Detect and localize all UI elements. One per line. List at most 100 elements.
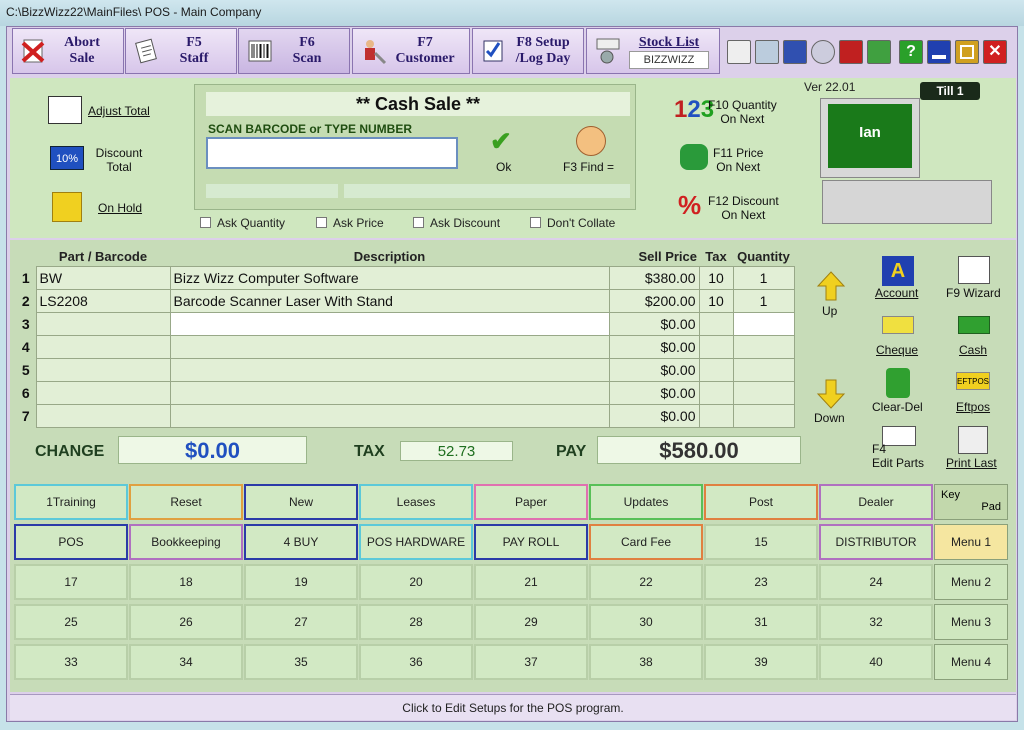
ask-discount-checkbox[interactable]: Ask Discount — [413, 216, 500, 230]
cell-desc[interactable] — [169, 357, 610, 382]
cell-qty[interactable] — [732, 334, 795, 359]
barcode-input[interactable] — [206, 137, 458, 169]
close-icon[interactable]: ✕ — [983, 40, 1007, 64]
shortcut-button[interactable]: PAY ROLL — [474, 524, 588, 560]
menu-2-button[interactable]: Menu 2 — [934, 564, 1008, 600]
shortcut-button[interactable]: 27 — [244, 604, 358, 640]
cell-tax[interactable]: 10 — [698, 288, 734, 313]
menu-3-button[interactable]: Menu 3 — [934, 604, 1008, 640]
shortcut-button[interactable]: Reset — [129, 484, 243, 520]
shortcut-button[interactable]: 26 — [129, 604, 243, 640]
people-icon[interactable] — [755, 40, 779, 64]
table-row[interactable]: 2 LS2208 Barcode Scanner Laser With Stand $… — [16, 288, 795, 313]
cell-price[interactable]: $380.00 — [608, 265, 700, 290]
keypad-button[interactable]: Key Pad — [934, 484, 1008, 520]
ask-price-checkbox[interactable]: Ask Price — [316, 216, 384, 230]
card-icon[interactable] — [727, 40, 751, 64]
down-arrow-icon[interactable] — [816, 378, 846, 410]
up-button[interactable]: Up — [822, 304, 837, 318]
cell-qty[interactable] — [732, 311, 795, 336]
shortcut-button[interactable]: 40 — [819, 644, 933, 680]
shortcut-button[interactable]: 19 — [244, 564, 358, 600]
shortcut-button[interactable]: 38 — [589, 644, 703, 680]
shortcut-button[interactable]: DISTRIBUTOR — [819, 524, 933, 560]
print-last-button[interactable]: Print Last — [946, 456, 997, 470]
cell-tax[interactable]: 10 — [698, 265, 734, 290]
shortcut-button[interactable]: POS HARDWARE — [359, 524, 473, 560]
shortcut-button[interactable]: 4 BUY — [244, 524, 358, 560]
menu-4-button[interactable]: Menu 4 — [934, 644, 1008, 680]
table-row[interactable]: 7 $0.00 — [16, 403, 795, 428]
table-row[interactable]: 6 $0.00 — [16, 380, 795, 405]
down-button[interactable]: Down — [814, 411, 845, 425]
ok-button[interactable]: Ok — [496, 160, 511, 174]
shortcut-button[interactable]: 30 — [589, 604, 703, 640]
shortcut-button[interactable]: 15 — [704, 524, 818, 560]
cell-price[interactable]: $0.00 — [608, 334, 700, 359]
cell-qty[interactable] — [732, 403, 795, 428]
shortcut-button[interactable]: 32 — [819, 604, 933, 640]
shortcut-button[interactable]: 37 — [474, 644, 588, 680]
table-row[interactable]: 4 $0.00 — [16, 334, 795, 359]
calculator-icon[interactable] — [783, 40, 807, 64]
shortcut-button[interactable]: 28 — [359, 604, 473, 640]
shortcut-button[interactable]: 22 — [589, 564, 703, 600]
shortcut-button[interactable]: POS — [14, 524, 128, 560]
gear-icon[interactable] — [811, 40, 835, 64]
shortcut-button[interactable]: 25 — [14, 604, 128, 640]
find-button[interactable]: F3 Find = — [563, 160, 614, 174]
cell-desc[interactable] — [169, 380, 610, 405]
cell-part[interactable] — [35, 334, 171, 359]
stock-list-button[interactable]: Stock List BIZZWIZZ — [586, 28, 720, 74]
cell-qty[interactable]: 1 — [732, 288, 795, 313]
cell-desc[interactable] — [169, 403, 610, 428]
shortcut-button[interactable]: New — [244, 484, 358, 520]
adjust-total-button[interactable]: Adjust Total — [88, 104, 150, 118]
cell-qty[interactable] — [732, 357, 795, 382]
abort-sale-button[interactable]: Abort Sale — [12, 28, 124, 74]
account-button[interactable]: Account — [875, 286, 918, 300]
shortcut-button[interactable]: 35 — [244, 644, 358, 680]
cell-tax[interactable] — [698, 334, 734, 359]
calendar-icon[interactable] — [867, 40, 891, 64]
table-row[interactable]: 5 $0.00 — [16, 357, 795, 382]
book-icon[interactable] — [839, 40, 863, 64]
shortcut-button[interactable]: 21 — [474, 564, 588, 600]
shortcut-button[interactable]: 24 — [819, 564, 933, 600]
cell-price[interactable]: $200.00 — [608, 288, 700, 313]
cell-tax[interactable] — [698, 380, 734, 405]
cell-desc[interactable]: Barcode Scanner Laser With Stand — [169, 288, 610, 313]
shortcut-button[interactable]: 1Training — [14, 484, 128, 520]
shortcut-button[interactable]: Updates — [589, 484, 703, 520]
shortcut-button[interactable]: 18 — [129, 564, 243, 600]
maximize-icon[interactable] — [955, 40, 979, 64]
shortcut-button[interactable]: 31 — [704, 604, 818, 640]
clear-del-button[interactable]: Clear-Del — [872, 400, 923, 414]
cell-part[interactable] — [35, 357, 171, 382]
cell-desc[interactable] — [169, 334, 610, 359]
cell-qty[interactable] — [732, 380, 795, 405]
cheque-button[interactable]: Cheque — [876, 343, 918, 357]
customer-button[interactable]: F7 Customer — [352, 28, 470, 74]
eftpos-button[interactable]: Eftpos — [956, 400, 990, 414]
staff-button[interactable]: F5 Staff — [125, 28, 237, 74]
cell-part[interactable] — [35, 311, 171, 336]
cell-part[interactable] — [35, 380, 171, 405]
shortcut-button[interactable]: 20 — [359, 564, 473, 600]
cell-price[interactable]: $0.00 — [608, 357, 700, 382]
discount-total-button[interactable]: Discount Total — [88, 146, 150, 174]
shortcut-button[interactable]: 33 — [14, 644, 128, 680]
shortcut-button[interactable]: 36 — [359, 644, 473, 680]
shortcut-button[interactable]: 39 — [704, 644, 818, 680]
f9-wizard-button[interactable]: F9 Wizard — [946, 286, 1001, 300]
cell-price[interactable]: $0.00 — [608, 403, 700, 428]
cell-price[interactable]: $0.00 — [608, 311, 700, 336]
ask-quantity-checkbox[interactable]: Ask Quantity — [200, 216, 285, 230]
dont-collate-checkbox[interactable]: Don't Collate — [530, 216, 615, 230]
setup-log-day-button[interactable]: F8 Setup /Log Day — [472, 28, 584, 74]
menu-1-button[interactable]: Menu 1 — [934, 524, 1008, 560]
up-arrow-icon[interactable] — [816, 270, 846, 302]
cell-price[interactable]: $0.00 — [608, 380, 700, 405]
f11-price-button[interactable]: F11 Price On Next — [713, 146, 763, 174]
cell-tax[interactable] — [698, 311, 734, 336]
